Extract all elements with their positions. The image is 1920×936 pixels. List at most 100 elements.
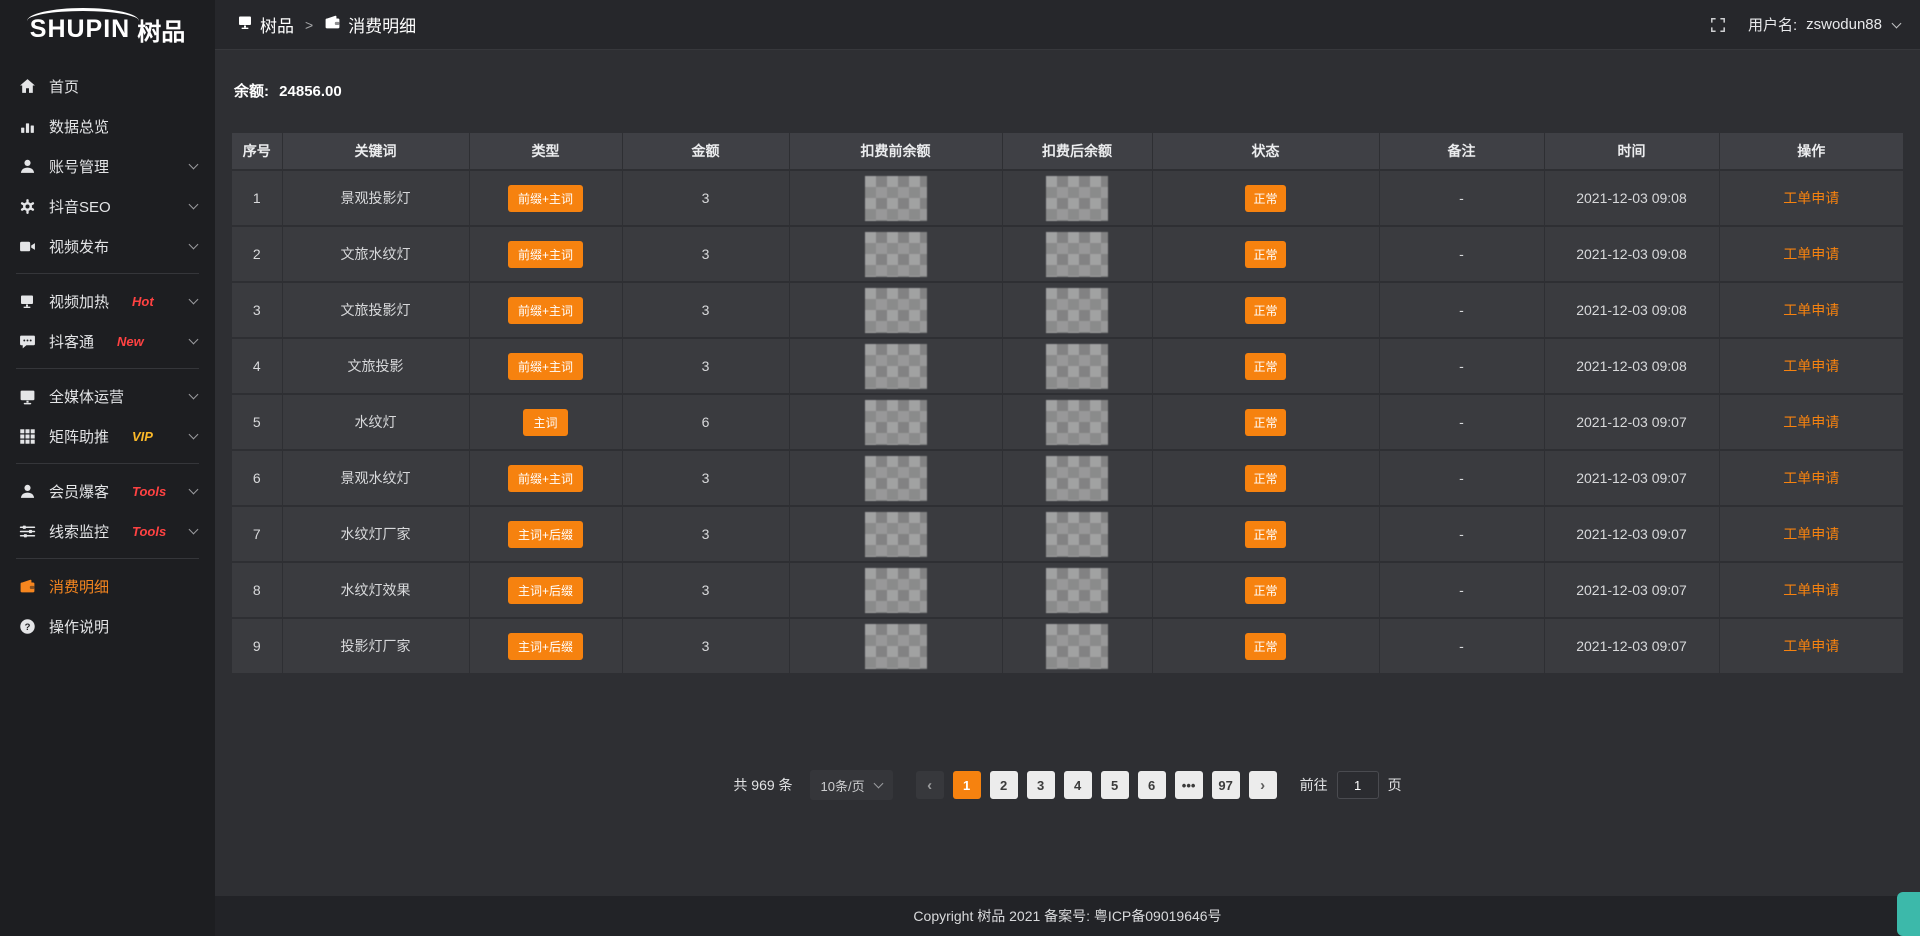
sidebar-item[interactable]: 抖客通New	[0, 321, 215, 361]
page-button[interactable]: 2	[990, 771, 1018, 799]
cell-status: 正常	[1152, 170, 1379, 226]
ticket-request-link[interactable]: 工单申请	[1783, 414, 1839, 430]
page-button[interactable]: 97	[1212, 771, 1240, 799]
ticket-request-link[interactable]: 工单申请	[1783, 470, 1839, 486]
sidebar-item-label: 视频发布	[49, 236, 109, 257]
cell-type: 主词+后缀	[469, 618, 622, 674]
column-header: 序号	[232, 133, 282, 170]
cell-type: 主词+后缀	[469, 562, 622, 618]
logo-arc	[27, 8, 139, 21]
type-badge: 主词+后缀	[508, 577, 583, 604]
question-icon: ?	[18, 617, 36, 635]
sidebar-item[interactable]: 消费明细	[0, 566, 215, 606]
prev-page-button[interactable]: ‹	[916, 771, 944, 799]
sidebar-item[interactable]: 数据总览	[0, 106, 215, 146]
wallet-icon	[324, 14, 341, 36]
column-header: 操作	[1719, 133, 1903, 170]
sidebar-item[interactable]: 首页	[0, 66, 215, 106]
page-button[interactable]: 6	[1138, 771, 1166, 799]
next-page-button[interactable]: ›	[1249, 771, 1277, 799]
cell-index: 4	[232, 338, 282, 394]
cell-status: 正常	[1152, 450, 1379, 506]
chevron-down-icon	[189, 200, 199, 210]
ellipsis-button[interactable]: •••	[1175, 771, 1203, 799]
cell-index: 7	[232, 506, 282, 562]
cell-action: 工单申请	[1719, 450, 1903, 506]
fullscreen-icon[interactable]	[1710, 17, 1726, 33]
sidebar-item[interactable]: 视频加热Hot	[0, 281, 215, 321]
sidebar-item[interactable]: ?操作说明	[0, 606, 215, 646]
masked-balance-before	[865, 624, 927, 669]
sidebar: SHUPIN 树品 首页数据总览账号管理抖音SEO视频发布视频加热Hot抖客通N…	[0, 0, 215, 936]
ticket-request-link[interactable]: 工单申请	[1783, 246, 1839, 262]
top-right: 用户名: zswodun88	[1710, 14, 1900, 35]
cell-status: 正常	[1152, 394, 1379, 450]
sidebar-item-label: 抖客通	[49, 331, 94, 352]
sidebar-item-badge: Tools	[132, 524, 166, 539]
type-badge: 主词	[523, 409, 567, 436]
sidebar-item[interactable]: 账号管理	[0, 146, 215, 186]
masked-balance-after	[1046, 176, 1108, 221]
user-menu[interactable]: 用户名: zswodun88	[1748, 14, 1900, 35]
page-button[interactable]: 3	[1027, 771, 1055, 799]
column-header: 扣费后余额	[1002, 133, 1152, 170]
cell-balance-after	[1002, 618, 1152, 674]
service-widget[interactable]	[1897, 892, 1920, 936]
status-badge: 正常	[1245, 353, 1285, 380]
footer-copyright: Copyright 树品 2021 备案号: 粤ICP备09019646号	[913, 906, 1221, 926]
jump-input[interactable]	[1337, 771, 1379, 799]
page-button[interactable]: 5	[1101, 771, 1129, 799]
sidebar-item-label: 会员爆客	[49, 481, 109, 502]
cell-index: 3	[232, 282, 282, 338]
chevron-down-icon	[873, 779, 883, 789]
cell-keyword: 文旅投影	[282, 338, 469, 394]
cell-time: 2021-12-03 09:07	[1544, 450, 1719, 506]
cell-time: 2021-12-03 09:08	[1544, 226, 1719, 282]
sidebar-item-label: 账号管理	[49, 156, 109, 177]
breadcrumb-label: 树品	[260, 12, 294, 37]
type-badge: 前缀+主词	[508, 297, 583, 324]
ticket-request-link[interactable]: 工单申请	[1783, 638, 1839, 654]
page-button[interactable]: 4	[1064, 771, 1092, 799]
cell-amount: 3	[622, 338, 789, 394]
sidebar-item[interactable]: 会员爆客Tools	[0, 471, 215, 511]
cell-keyword: 投影灯厂家	[282, 618, 469, 674]
sidebar-item[interactable]: 抖音SEO	[0, 186, 215, 226]
ticket-request-link[interactable]: 工单申请	[1783, 358, 1839, 374]
wallet-icon	[18, 577, 36, 595]
masked-balance-after	[1046, 456, 1108, 501]
sidebar-item-label: 线索监控	[49, 521, 109, 542]
sidebar-divider	[16, 463, 199, 464]
page-buttons: ‹ 123456 ••• 97 ›	[916, 771, 1277, 799]
status-badge: 正常	[1245, 577, 1285, 604]
breadcrumb-current[interactable]: 消费明细	[324, 12, 416, 37]
page-size-select[interactable]: 10条/页	[810, 770, 893, 800]
page-button[interactable]: 1	[953, 771, 981, 799]
member-icon	[18, 482, 36, 500]
cell-index: 9	[232, 618, 282, 674]
chevron-down-icon	[189, 390, 199, 400]
cell-balance-after	[1002, 562, 1152, 618]
sidebar-item[interactable]: 矩阵助推VIP	[0, 416, 215, 456]
sidebar-item-label: 消费明细	[49, 576, 109, 597]
sidebar-item[interactable]: 全媒体运营	[0, 376, 215, 416]
cell-balance-before	[789, 562, 1002, 618]
cell-type: 前缀+主词	[469, 170, 622, 226]
ticket-request-link[interactable]: 工单申请	[1783, 302, 1839, 318]
type-badge: 前缀+主词	[508, 241, 583, 268]
sidebar-item-label: 全媒体运营	[49, 386, 124, 407]
status-badge: 正常	[1245, 521, 1285, 548]
sidebar-item[interactable]: 线索监控 Tools	[0, 511, 215, 551]
masked-balance-after	[1046, 288, 1108, 333]
sidebar-item[interactable]: 视频发布	[0, 226, 215, 266]
chevron-down-icon	[189, 240, 199, 250]
cell-action: 工单申请	[1719, 282, 1903, 338]
breadcrumb-home[interactable]: 树品	[237, 12, 294, 37]
ticket-request-link[interactable]: 工单申请	[1783, 582, 1839, 598]
chat-icon	[18, 332, 36, 350]
ticket-request-link[interactable]: 工单申请	[1783, 526, 1839, 542]
ticket-request-link[interactable]: 工单申请	[1783, 190, 1839, 206]
column-header: 状态	[1152, 133, 1379, 170]
username: zswodun88	[1806, 16, 1882, 33]
chevron-down-icon	[189, 335, 199, 345]
